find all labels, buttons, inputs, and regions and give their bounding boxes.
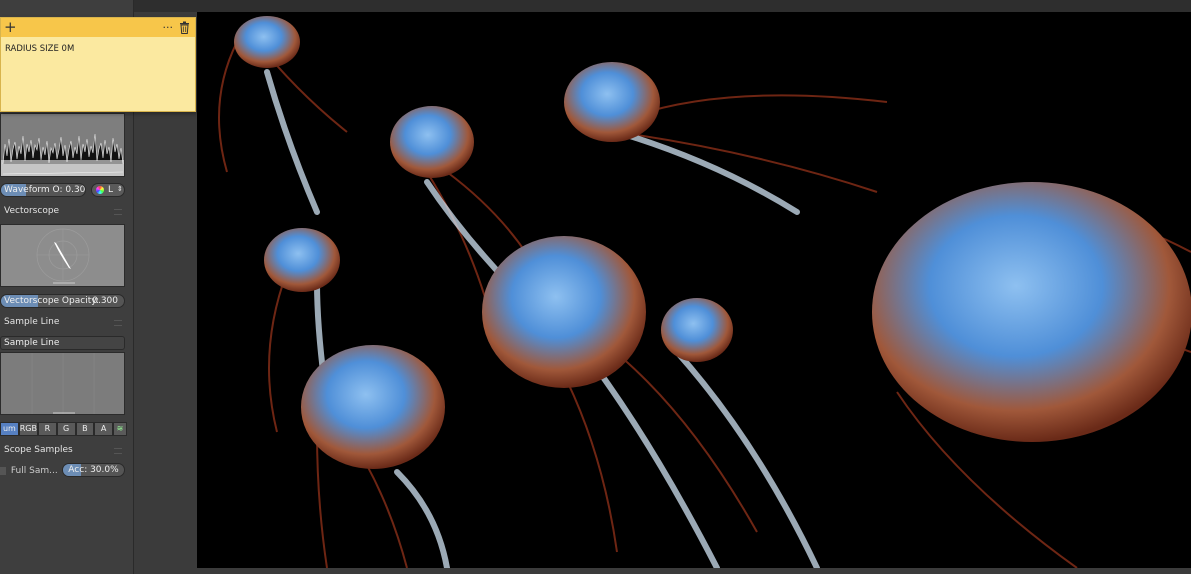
channel-a-button[interactable]: A <box>94 422 113 436</box>
histogram-display[interactable] <box>0 352 125 415</box>
waveform-graph <box>1 133 124 176</box>
waveform-opacity-slider[interactable]: Waveform O: 0.300 <box>0 183 86 197</box>
channel-r-button[interactable]: R <box>38 422 57 436</box>
drag-grip-icon[interactable] <box>114 209 122 215</box>
plus-icon[interactable]: + <box>4 18 17 37</box>
checkbox-icon[interactable] <box>0 466 6 475</box>
scope-samples-title: Scope Samples <box>4 445 73 455</box>
waveform-mode-select[interactable]: L ⇕ <box>91 183 125 197</box>
ellipsis-icon[interactable]: ··· <box>163 19 174 37</box>
color-wheel-icon <box>96 186 104 194</box>
drag-grip-icon[interactable] <box>114 320 122 326</box>
vectorscope-graph <box>36 228 90 284</box>
sample-line-button[interactable]: Sample Line <box>0 336 125 350</box>
vectorscope-display[interactable] <box>0 224 125 287</box>
vectorscope-header[interactable]: Vectorscope <box>0 204 128 219</box>
sticky-note[interactable]: + ··· RADIUS SIZE 0M <box>0 17 196 112</box>
channel-b-button[interactable]: B <box>75 422 95 436</box>
accuracy-slider[interactable]: Acc: 30.0% <box>62 463 125 477</box>
vectorscope-opacity-value: 0.300 <box>92 296 118 306</box>
render-viewport[interactable] <box>197 12 1191 568</box>
waveform-display[interactable] <box>0 113 125 177</box>
vectorscope-opacity-label: Vectorscope Opacity: <box>4 296 99 306</box>
histogram-graph <box>31 353 95 414</box>
vectorscope-title: Vectorscope <box>4 206 60 216</box>
channel-luma-button[interactable]: um <box>0 422 19 436</box>
waveform-mode-label: L <box>108 185 114 195</box>
sticky-note-toolbar: + ··· <box>1 18 195 37</box>
scope-samples-header[interactable]: Scope Samples <box>0 443 128 458</box>
viewport-header <box>133 0 1191 12</box>
trash-icon[interactable] <box>179 21 190 34</box>
sample-line-title: Sample Line <box>4 317 60 327</box>
full-samples-label: Full Sam... <box>10 466 58 476</box>
updown-icon: ⇕ <box>117 185 123 193</box>
channel-rgb-button[interactable]: RGB <box>18 422 38 436</box>
drag-grip-icon[interactable] <box>114 448 122 454</box>
vectorscope-opacity-slider[interactable]: Vectorscope Opacity: 0.300 <box>0 294 125 308</box>
sticky-note-text[interactable]: RADIUS SIZE 0M <box>1 37 195 61</box>
jellyfish-render <box>218 16 1191 568</box>
full-samples-checkbox[interactable]: Full Sam... <box>0 464 58 478</box>
channel-buttons: um RGB R G B A ≋ <box>0 422 127 436</box>
channel-g-button[interactable]: G <box>56 422 76 436</box>
sample-line-header[interactable]: Sample Line <box>0 315 128 330</box>
curve-toggle-icon[interactable]: ≋ <box>113 422 127 436</box>
